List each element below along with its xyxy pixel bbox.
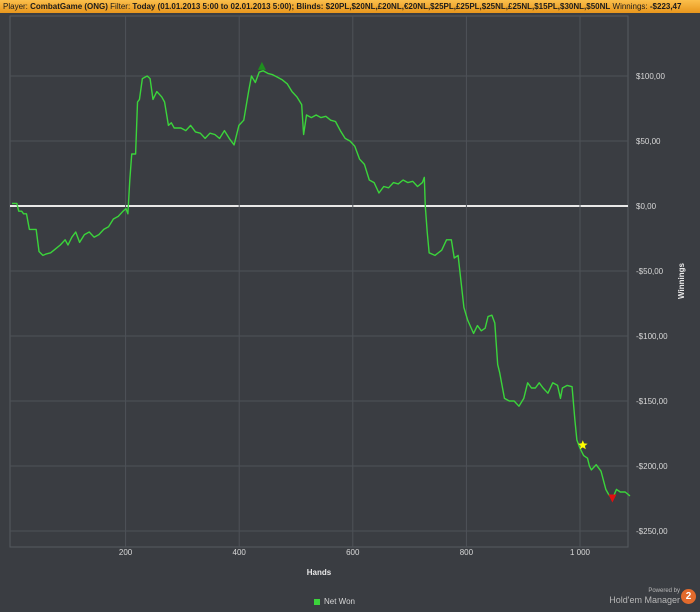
net-won-legend-swatch	[314, 598, 320, 605]
y-tick-label: -$150,00	[636, 397, 668, 406]
y-tick-label: $100,00	[636, 72, 665, 81]
x-tick-label: 400	[233, 548, 247, 557]
net-won-legend-label: Net Won	[324, 597, 355, 606]
y-tick-label: $0,00	[636, 202, 657, 211]
x-axis-label: Hands	[307, 568, 332, 577]
y-tick-label: $50,00	[636, 137, 661, 146]
hm2-logo-icon: 2	[681, 589, 696, 604]
y-axis-label: Winnings	[677, 262, 686, 298]
y-tick-label: -$100,00	[636, 332, 668, 341]
y-tick-label: -$250,00	[636, 527, 668, 536]
y-tick-label: -$50,00	[636, 267, 664, 276]
brand-block: Powered by Hold'em Manager	[609, 588, 680, 606]
x-tick-label: 200	[119, 548, 133, 557]
x-tick-label: 600	[346, 548, 360, 557]
y-axis-ticks: $100,00 $50,00 $0,00 -$50,00 -$100,00 -$150,0…	[636, 72, 668, 536]
x-tick-label: 800	[460, 548, 474, 557]
chart-legend: Net Won	[314, 597, 355, 606]
x-axis-ticks: 200 400 600 800 1 000	[119, 548, 591, 557]
winnings-chart: 200 400 600 800 1 000 $100,00 $50,00 $0,00 -$50…	[9, 15, 686, 577]
brand-name: Hold'em Manager	[609, 595, 680, 605]
plot-area	[9, 15, 629, 548]
y-tick-label: -$200,00	[636, 462, 668, 471]
x-tick-label: 1 000	[570, 548, 591, 557]
powered-by-text: Powered by	[648, 588, 680, 594]
